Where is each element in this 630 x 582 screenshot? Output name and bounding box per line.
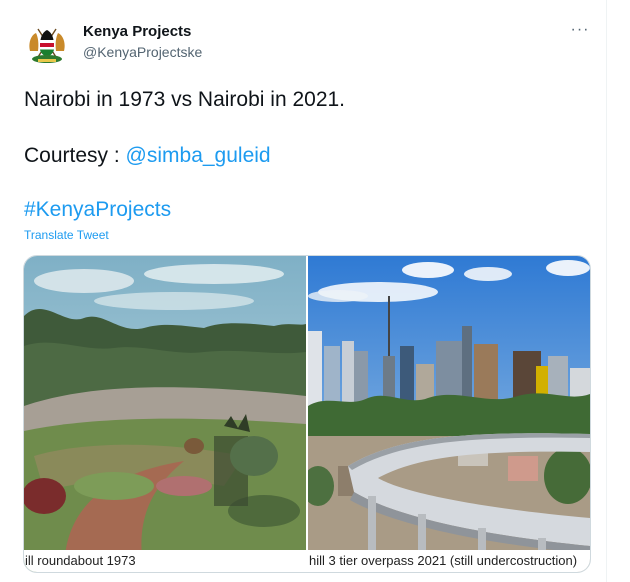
media-grid: ill roundabout 1973 hill 3 tier overpass… (23, 255, 591, 573)
mention-link[interactable]: @simba_guleid (126, 144, 271, 167)
photo-2021-overpass[interactable] (308, 256, 590, 572)
tweet-text-line: Nairobi in 1973 vs Nairobi in 2021. (24, 88, 346, 111)
more-options-icon[interactable]: ··· (568, 20, 592, 44)
kenya-coat-of-arms-icon (24, 21, 70, 67)
hashtag-link[interactable]: #KenyaProjects (24, 198, 171, 222)
caption-1973: ill roundabout 1973 (24, 550, 307, 572)
avatar[interactable] (24, 21, 70, 67)
tweet-card[interactable]: Kenya Projects @KenyaProjectske ··· Nair… (0, 0, 607, 582)
courtesy-label: Courtesy : (24, 144, 126, 167)
tweet-courtesy-line: Courtesy : @simba_guleid (24, 144, 271, 168)
display-name[interactable]: Kenya Projects (83, 23, 191, 40)
caption-2021: hill 3 tier overpass 2021 (still underco… (308, 550, 590, 572)
translate-tweet-link[interactable]: Translate Tweet (24, 228, 109, 242)
user-handle[interactable]: @KenyaProjectske (83, 44, 202, 60)
photo-1973-roundabout[interactable] (24, 256, 306, 572)
